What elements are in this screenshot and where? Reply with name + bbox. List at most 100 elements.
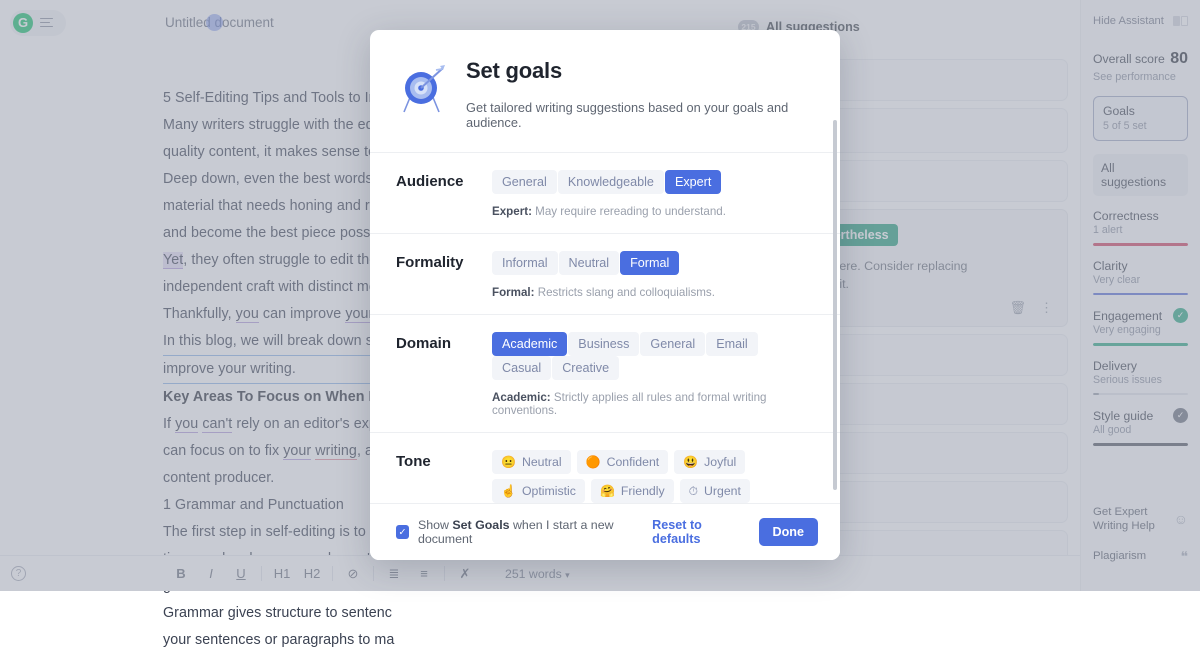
editor-toolbar: ? B I U H1 H2 ⊘ ≣ ≡ ✗ 251 words ▾ xyxy=(0,555,1080,591)
tone-label: Optimistic xyxy=(522,484,576,498)
panel-toggle-icon[interactable] xyxy=(1173,16,1189,26)
show-set-goals-checkbox[interactable]: ✓ xyxy=(396,525,409,539)
stopwatch-icon: ⏱ xyxy=(689,485,698,497)
underline-button[interactable]: U xyxy=(226,566,256,581)
bullet-list-icon[interactable]: ≡ xyxy=(409,566,439,581)
audience-option-knowledgeable[interactable]: Knowledgeable xyxy=(558,170,664,194)
tone-option-friendly[interactable]: 🤗 Friendly xyxy=(591,479,674,503)
domain-option-academic[interactable]: Academic xyxy=(492,332,567,356)
sidebar-bottom-links: Get Expert Writing Help ☺ Plagiarism ❝ xyxy=(1093,505,1188,579)
expert-help-label: Get Expert Writing Help xyxy=(1093,505,1155,533)
metric-bar xyxy=(1093,243,1188,246)
modal-title: Set goals xyxy=(466,58,810,84)
audience-description: Expert: May require rereading to underst… xyxy=(492,205,814,218)
metric-title: Delivery xyxy=(1093,359,1137,373)
metric-subtitle: All good xyxy=(1093,424,1188,436)
goals-title: Goals xyxy=(1103,104,1178,118)
reset-to-defaults-link[interactable]: Reset to defaults xyxy=(652,518,740,546)
domain-option-business[interactable]: Business xyxy=(568,332,639,356)
domain-option-casual[interactable]: Casual xyxy=(492,356,551,380)
hide-assistant-label: Hide Assistant xyxy=(1093,15,1164,27)
hugging-face-icon: 🤗 xyxy=(600,485,615,497)
tone-option-neutral[interactable]: 😐 Neutral xyxy=(492,450,571,474)
modal-subtitle: Get tailored writing suggestions based o… xyxy=(466,100,810,130)
domain-options: Academic Business General Email Casual C… xyxy=(492,332,814,380)
metric-title: Style guide xyxy=(1093,409,1153,423)
italic-button[interactable]: I xyxy=(196,566,226,581)
domain-description: Academic: Strictly applies all rules and… xyxy=(492,391,814,417)
assistant-sidebar: Hide Assistant Overall score 80 See perf… xyxy=(1080,0,1200,591)
app-menu-pill[interactable]: G xyxy=(10,10,66,36)
formality-option-neutral[interactable]: Neutral xyxy=(559,251,620,275)
see-performance-link[interactable]: See performance xyxy=(1093,71,1188,83)
metric-bar xyxy=(1093,343,1188,346)
metric-style-guide[interactable]: Style guide ✓ All good xyxy=(1093,408,1188,446)
tone-option-confident[interactable]: 🟠 Confident xyxy=(577,450,669,474)
section-audience: Audience General Knowledgeable Expert Ex… xyxy=(370,152,840,233)
toolbar-divider xyxy=(332,566,333,581)
metric-subtitle: Very engaging xyxy=(1093,324,1188,336)
sidebar-item-plagiarism[interactable]: Plagiarism ❝ xyxy=(1093,549,1188,563)
quote-marks-icon[interactable]: ❝ xyxy=(1180,549,1188,563)
tone-option-optimistic[interactable]: ☝ Optimistic xyxy=(492,479,585,503)
app-root: G Untitled document 5 Self-Editing Tips … xyxy=(0,0,1200,591)
formality-option-informal[interactable]: Informal xyxy=(492,251,558,275)
section-domain: Domain Academic Business General Email C… xyxy=(370,314,840,432)
neutral-face-icon: 😐 xyxy=(501,456,516,468)
tone-option-urgent[interactable]: ⏱ Urgent xyxy=(680,479,750,503)
heading1-button[interactable]: H1 xyxy=(267,566,297,581)
formality-options: Informal Neutral Formal xyxy=(492,251,814,275)
metric-bar xyxy=(1093,443,1188,446)
bold-button[interactable]: B xyxy=(166,566,196,581)
metric-clarity[interactable]: Clarity Very clear xyxy=(1093,259,1188,296)
metric-correctness[interactable]: Correctness 1 alert xyxy=(1093,209,1188,246)
formatting-controls: B I U H1 H2 ⊘ ≣ ≡ ✗ xyxy=(166,566,480,582)
target-icon xyxy=(396,62,450,116)
section-label-domain: Domain xyxy=(396,332,474,417)
ordered-list-icon[interactable]: ≣ xyxy=(379,566,409,582)
overall-score-row[interactable]: Overall score 80 xyxy=(1093,50,1188,68)
help-icon[interactable]: ? xyxy=(11,566,26,581)
show-set-goals-row[interactable]: ✓ Show Set Goals when I start a new docu… xyxy=(396,518,652,546)
modal-scroll-area[interactable]: Set goals Get tailored writing suggestio… xyxy=(370,30,840,503)
modal-scrollbar[interactable] xyxy=(833,120,837,490)
done-button[interactable]: Done xyxy=(759,518,818,546)
section-formality: Formality Informal Neutral Formal Formal… xyxy=(370,233,840,314)
orange-circle-icon: 🟠 xyxy=(586,456,601,468)
modal-footer: ✓ Show Set Goals when I start a new docu… xyxy=(370,503,840,560)
domain-option-email[interactable]: Email xyxy=(706,332,758,356)
metric-engagement[interactable]: Engagement ✓ Very engaging xyxy=(1093,308,1188,346)
word-count[interactable]: 251 words ▾ xyxy=(505,567,570,581)
person-check-icon[interactable]: ☺ xyxy=(1174,512,1188,526)
toolbar-divider xyxy=(373,566,374,581)
sidebar-item-goals[interactable]: Goals 5 of 5 set xyxy=(1093,96,1188,141)
audience-options: General Knowledgeable Expert xyxy=(492,170,814,194)
metric-title: Engagement xyxy=(1093,309,1162,323)
metric-delivery[interactable]: Delivery Serious issues xyxy=(1093,359,1188,396)
hamburger-menu-icon[interactable] xyxy=(40,18,53,28)
set-goals-modal[interactable]: Set goals Get tailored writing suggestio… xyxy=(370,30,840,560)
more-options-icon[interactable]: ⋮ xyxy=(1040,300,1053,316)
goals-subtitle: 5 of 5 set xyxy=(1103,120,1178,132)
domain-option-creative[interactable]: Creative xyxy=(552,356,619,380)
clear-formatting-icon[interactable]: ✗ xyxy=(450,566,480,582)
metric-subtitle: Very clear xyxy=(1093,274,1188,286)
heading2-button[interactable]: H2 xyxy=(297,566,327,581)
trash-icon[interactable]: 🗑 xyxy=(1009,300,1026,316)
grammarly-logo-icon[interactable]: G xyxy=(13,13,33,33)
formality-option-formal[interactable]: Formal xyxy=(620,251,679,275)
audience-option-expert[interactable]: Expert xyxy=(665,170,721,194)
overall-score-label: Overall score xyxy=(1093,52,1165,66)
tone-option-joyful[interactable]: 😃 Joyful xyxy=(674,450,745,474)
sidebar-item-expert-help[interactable]: Get Expert Writing Help ☺ xyxy=(1093,505,1188,533)
sidebar-item-all-suggestions[interactable]: All suggestions xyxy=(1093,154,1188,196)
link-icon[interactable]: ⊘ xyxy=(338,566,368,582)
hide-assistant-row[interactable]: Hide Assistant xyxy=(1093,15,1188,27)
audience-option-general[interactable]: General xyxy=(492,170,557,194)
metric-title: Correctness xyxy=(1093,209,1159,223)
tone-label: Friendly xyxy=(621,484,665,498)
tone-label: Neutral xyxy=(522,455,562,469)
toolbar-divider xyxy=(444,566,445,581)
section-label-tone: Tone xyxy=(396,450,474,503)
domain-option-general[interactable]: General xyxy=(640,332,705,356)
